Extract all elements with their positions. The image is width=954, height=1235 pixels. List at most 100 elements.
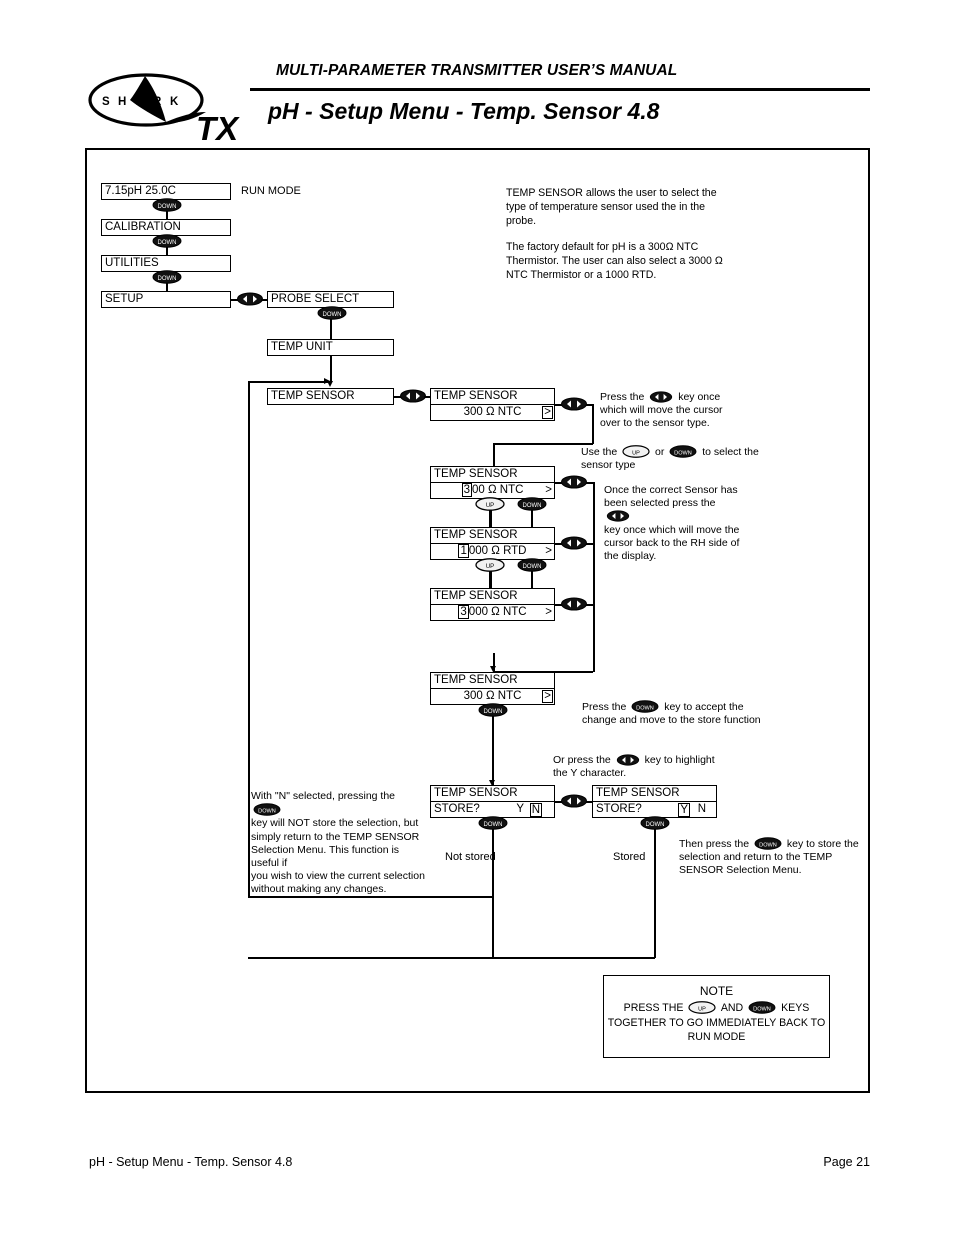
left-right-key-icon[interactable] [400, 389, 426, 403]
svg-text:DOWN: DOWN [674, 450, 692, 456]
down-key-icon[interactable]: DOWN [517, 497, 547, 511]
down-key-icon[interactable]: DOWN [640, 816, 670, 830]
left-right-key-icon[interactable] [237, 292, 263, 306]
calibration-label: CALIBRATION [105, 221, 181, 233]
svg-text:UP: UP [632, 450, 640, 456]
screen-option-300-ntc[interactable]: TEMP SENSOR 3 00 Ω NTC > [430, 466, 555, 499]
svg-text:TX: TX [196, 110, 240, 144]
svg-text:K: K [170, 96, 179, 108]
text: without making any changes. [251, 883, 387, 896]
up-key-icon: UP [622, 445, 650, 458]
sensor-value: 000 Ω NTC [468, 606, 527, 618]
down-key-icon[interactable]: DOWN [478, 816, 508, 830]
left-right-key-icon[interactable] [561, 597, 587, 611]
store-yes[interactable]: Y [516, 802, 524, 817]
text: key once [678, 391, 721, 403]
screen-option-1000-rtd[interactable]: TEMP SENSOR 1 000 Ω RTD > [430, 527, 555, 560]
connector [492, 818, 494, 958]
annotation-with-n: With "N" selected, pressing the DOWN key… [251, 790, 429, 897]
note-title: NOTE [699, 984, 734, 998]
svg-text:DOWN: DOWN [523, 503, 542, 509]
left-right-key-icon[interactable] [561, 794, 587, 808]
store-label: STORE? [434, 803, 480, 815]
text: or [655, 446, 665, 458]
down-key-icon: DOWN [748, 1001, 776, 1014]
connector [492, 705, 494, 785]
connector [493, 443, 495, 467]
screen-store-n-selected[interactable]: TEMP SENSOR STORE? Y N [430, 785, 555, 818]
text: Press the [582, 701, 627, 713]
down-key-icon[interactable]: DOWN [478, 703, 508, 717]
text: Once the correct Sensor has [604, 484, 738, 496]
down-key-icon[interactable]: DOWN [152, 270, 182, 284]
left-right-key-icon [649, 391, 673, 403]
svg-text:DOWN: DOWN [258, 808, 276, 814]
down-key-icon[interactable]: DOWN [152, 234, 182, 248]
screen-setup[interactable]: SETUP [101, 291, 231, 308]
sensor-value: 300 Ω NTC [463, 690, 522, 702]
text: AND [720, 1002, 744, 1014]
more-indicator: > [545, 606, 552, 618]
cursor-indicator: > [542, 405, 553, 419]
text: Or press the [553, 754, 611, 766]
store-row: STORE? Y N [431, 801, 554, 817]
store-row: STORE? Y N [593, 801, 716, 817]
annotation-then-press: Then press the DOWN key to store the sel… [679, 837, 859, 878]
text: sensor type [581, 459, 636, 472]
store-no-selected[interactable]: N [529, 802, 542, 817]
svg-text:A: A [136, 96, 144, 108]
up-key-icon[interactable]: UP [475, 497, 505, 511]
text: RUN MODE [687, 1031, 746, 1043]
screen-temp-unit[interactable]: TEMP UNIT [267, 339, 394, 356]
description-paragraph-1: TEMP SENSOR allows the user to select th… [506, 187, 717, 227]
screen-title: TEMP SENSOR [434, 468, 518, 480]
left-right-key-icon[interactable] [561, 475, 587, 489]
text: key once which will move the [604, 523, 740, 536]
text: key will NOT store the selection, but [251, 817, 419, 830]
screen-title: TEMP SENSOR [434, 787, 518, 799]
store-yes-selected[interactable]: Y [678, 802, 690, 817]
screen-store-y-selected[interactable]: TEMP SENSOR STORE? Y N [592, 785, 717, 818]
up-key-icon[interactable]: UP [475, 558, 505, 572]
screen-value-row: 1 000 Ω RTD > [431, 543, 554, 559]
down-key-icon: DOWN [631, 700, 659, 713]
connector-bus [593, 482, 595, 672]
text: KEYS [781, 1002, 810, 1014]
text: Selection Menu. This function is useful … [251, 843, 400, 870]
down-key-icon[interactable]: DOWN [317, 306, 347, 320]
screen-temp-sensor-accept[interactable]: TEMP SENSOR 300 Ω NTC > [430, 672, 555, 705]
screen-temp-sensor-menu[interactable]: TEMP SENSOR [267, 388, 394, 405]
screen-title: TEMP SENSOR [434, 590, 518, 602]
text: SENSOR Selection Menu. [679, 864, 802, 877]
store-label: STORE? [596, 803, 642, 815]
left-right-key-icon [606, 510, 630, 522]
svg-text:DOWN: DOWN [158, 276, 177, 282]
down-key-icon[interactable]: DOWN [517, 558, 547, 572]
footer-right: Page 21 [823, 1155, 870, 1169]
connector [586, 604, 595, 606]
screen-option-3000-ntc[interactable]: TEMP SENSOR 3 000 Ω NTC > [430, 588, 555, 621]
page-header: S H A R K TX MULTI-PARAMETER TRANSMITTER… [0, 0, 954, 150]
left-right-key-icon[interactable] [561, 397, 587, 411]
text: Press the [600, 391, 645, 403]
svg-text:DOWN: DOWN [158, 240, 177, 246]
text: to select the [702, 446, 759, 458]
left-right-key-icon[interactable] [561, 536, 587, 550]
cursor-char: 1 [458, 544, 469, 558]
annotation-once-correct: Once the correct Sensor has been selecte… [604, 484, 744, 563]
screen-title: TEMP SENSOR [434, 529, 518, 541]
svg-text:UP: UP [486, 503, 494, 509]
sensor-value: 00 Ω NTC [471, 484, 524, 496]
text: Use the [581, 446, 618, 458]
store-no[interactable]: N [698, 802, 706, 817]
connector [330, 356, 332, 383]
down-key-icon[interactable]: DOWN [152, 198, 182, 212]
description-block: TEMP SENSOR allows the user to select th… [506, 186, 731, 294]
text: simply return to the TEMP SENSOR [251, 830, 420, 843]
probe-select-label: PROBE SELECT [271, 293, 360, 305]
screen-temp-sensor-default[interactable]: TEMP SENSOR 300 Ω NTC > [430, 388, 555, 421]
text: change and move to the store function [582, 714, 761, 727]
page-title: pH - Setup Menu - Temp. Sensor 4.8 [268, 98, 660, 124]
annotation-use-keys: Use the UP or DOWN to select the sensor … [581, 445, 771, 472]
screen-value-row: 3 000 Ω NTC > [431, 604, 554, 620]
